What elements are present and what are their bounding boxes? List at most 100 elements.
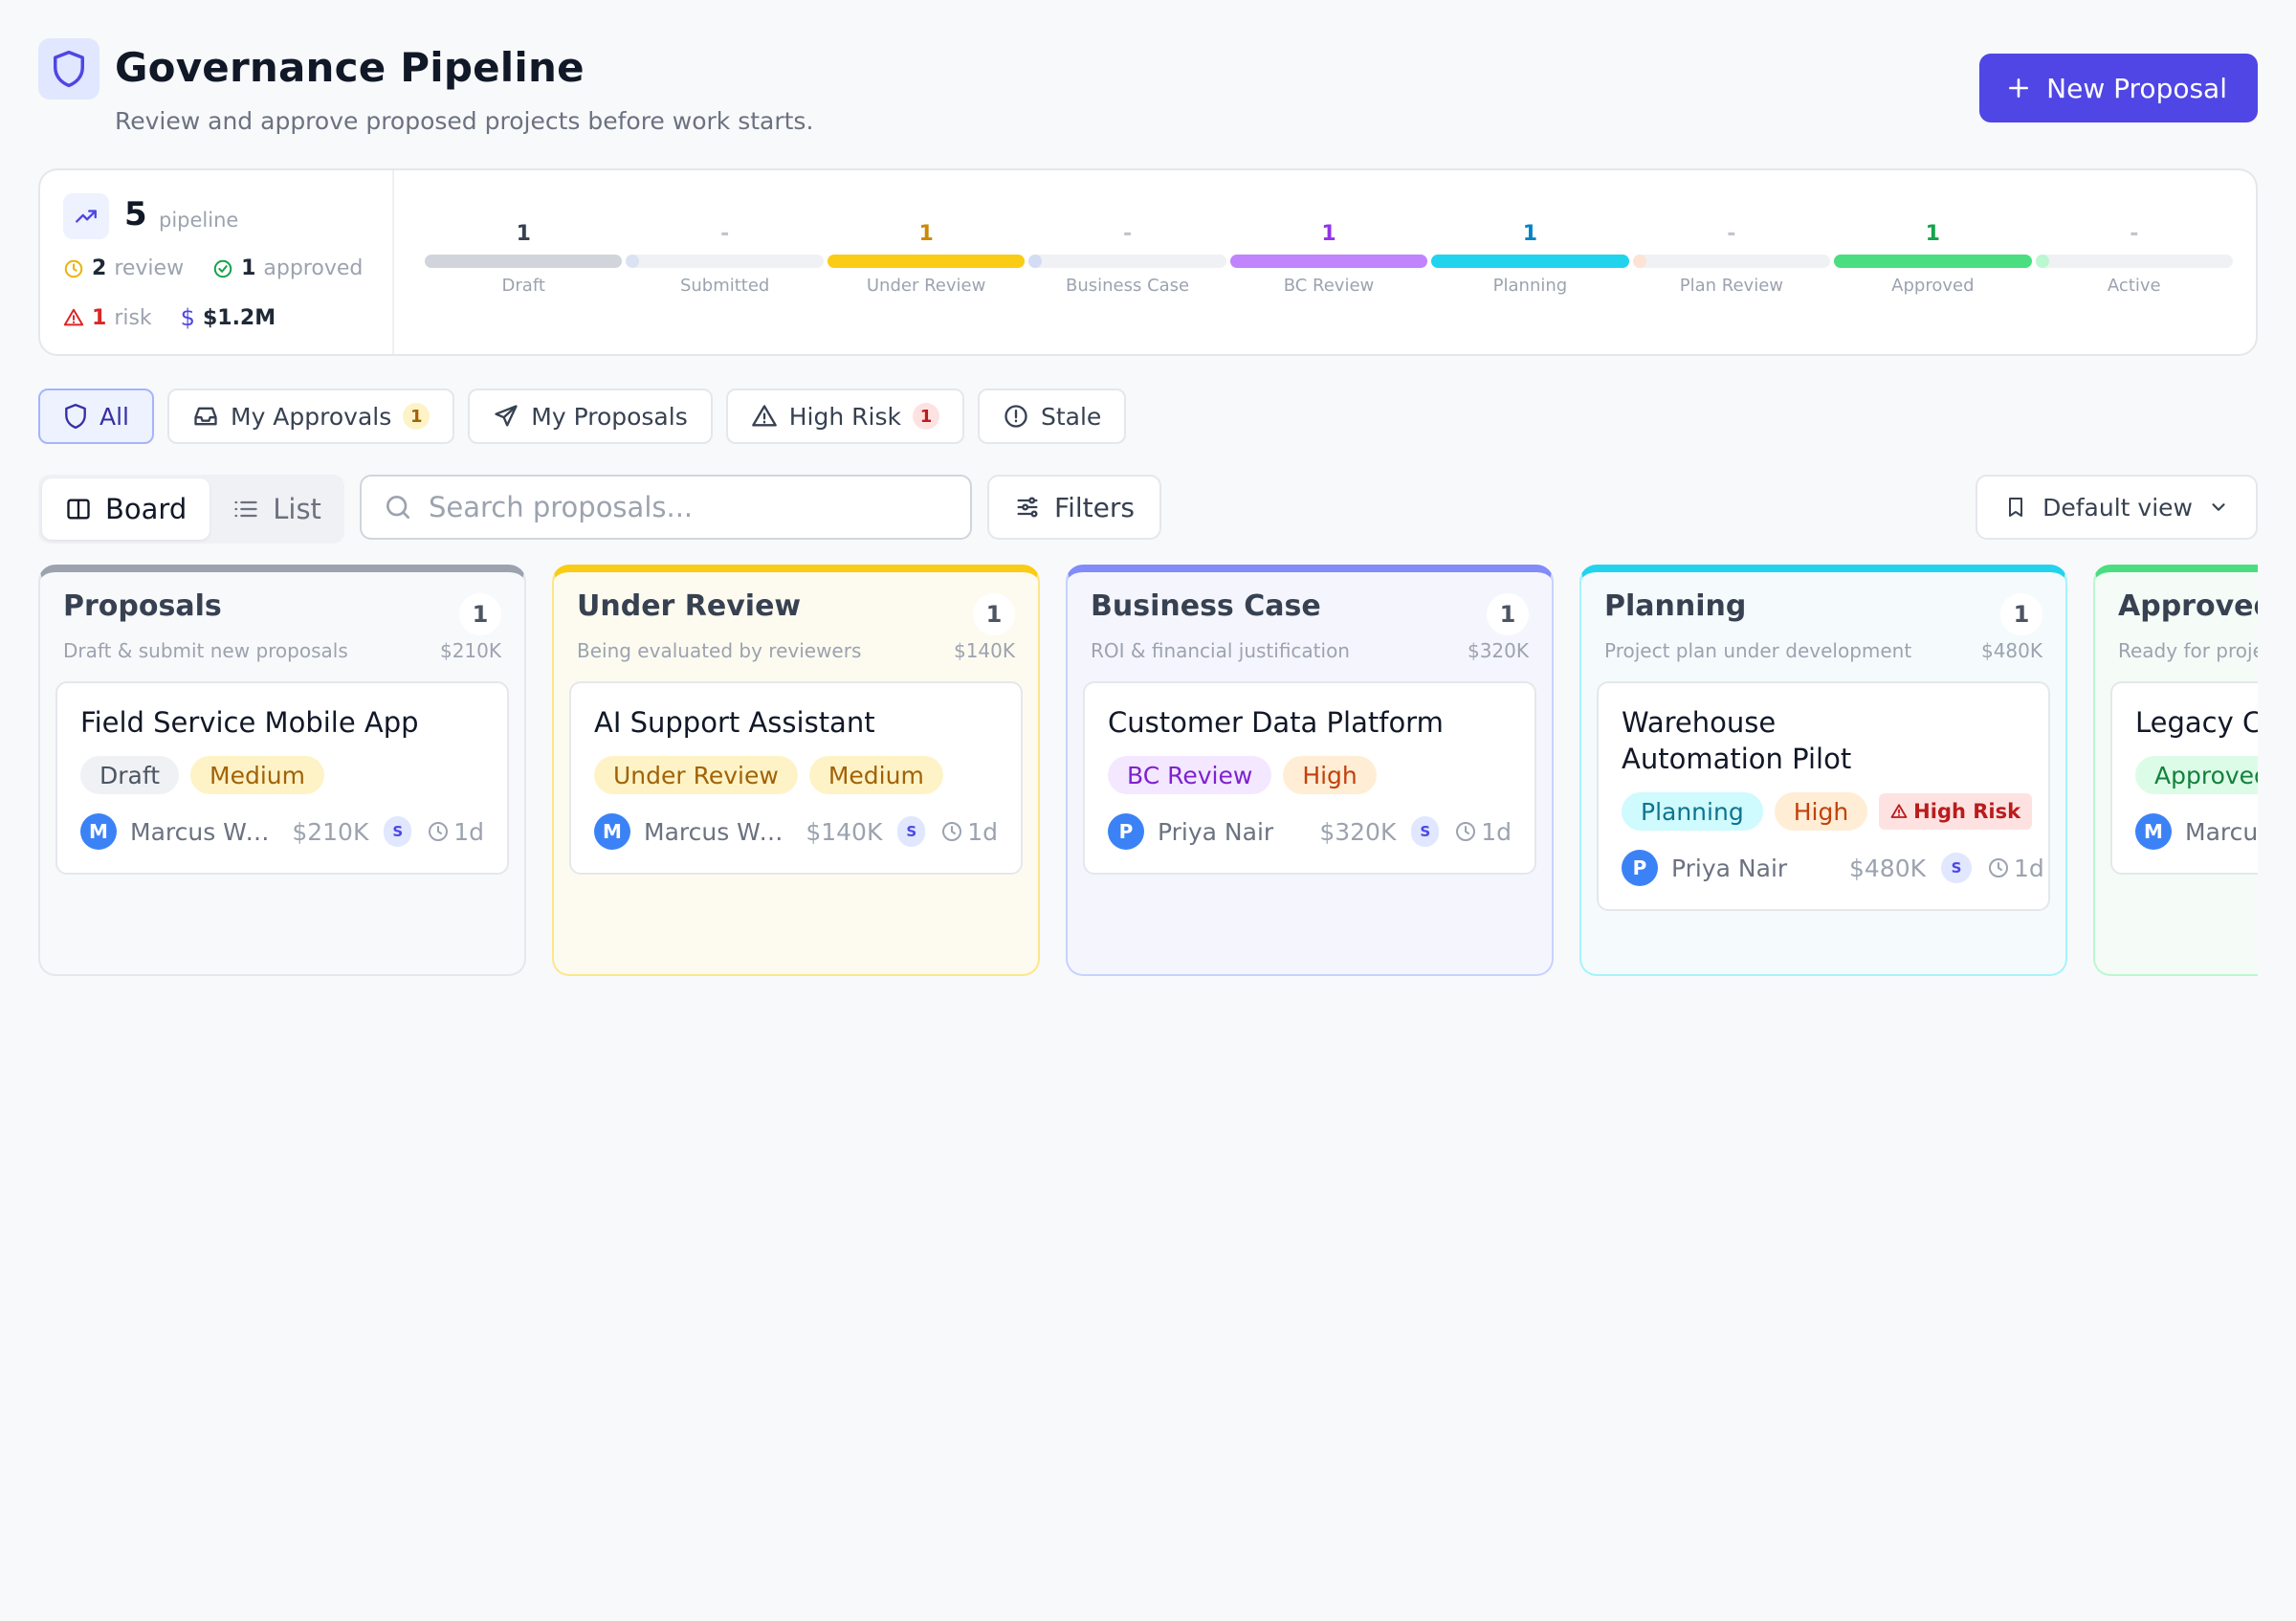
stage-count: 1 [1522,222,1538,246]
proposal-card[interactable]: Legacy CRM Migration Approved M Marcus We..… [2110,681,2258,875]
stage-name: Plan Review [1679,276,1783,296]
card-tags: Approved [2135,756,2258,794]
column-title: Business Case [1091,589,1321,623]
owner-avatar: M [2135,813,2172,850]
bookmark-icon [2009,498,2023,517]
tab-my-proposals[interactable]: My Proposals [468,389,713,444]
list-label: List [273,493,321,525]
governance-page: Governance Pipeline Review and approve p… [38,34,2258,976]
tab-label: My Approvals [231,402,392,431]
high-risk-tag: High Risk [1879,793,2033,830]
clock-icon [427,820,450,843]
clock-icon [940,820,963,843]
tab-my-approvals[interactable]: My Approvals 1 [167,389,455,444]
risk-label: risk [114,305,152,330]
tab-label: My Proposals [531,402,688,431]
shield-logo-icon [38,38,99,100]
column-amount: $320K [1467,639,1529,662]
proposal-card[interactable]: Field Service Mobile App Draft Medium M Marc… [55,681,509,875]
stage-active[interactable]: - Active [2035,220,2233,316]
column-count: 1 [973,593,1015,635]
priority-tag: High [1283,756,1377,794]
column-amount: $480K [1980,639,2042,662]
stage-name: Submitted [679,276,770,296]
owner-name: Priya Nair [1671,854,1788,882]
new-proposal-button[interactable]: New Proposal [1979,54,2258,122]
saved-view-label: Default view [2042,493,2193,522]
stage-count: - [720,222,730,246]
saved-view-select[interactable]: Default view [1976,475,2258,540]
stage-bar-dot [626,255,640,268]
filters-button[interactable]: Filters [987,475,1161,540]
check-circle-icon [213,259,232,278]
stage-bc-review[interactable]: 1 BC Review [1229,220,1428,316]
stage-bar [626,255,824,268]
pipeline-summary-card: 5 pipeline 2 review 1 approved 1 risk $ … [38,168,2258,356]
age-label: 1d [453,817,484,846]
stage-bar [827,255,1026,268]
card-meta: M Marcus We... [2135,813,2258,850]
stage-count: 1 [516,222,531,246]
stage-planning[interactable]: 1 Planning [1431,220,1629,316]
stage-count: - [2130,222,2139,246]
column-under-review: Under Review Being evaluated by reviewers… [552,565,1040,976]
proposal-card[interactable]: AI Support Assistant Under Review Medium M M… [569,681,1023,875]
priority-tag: Medium [808,756,943,794]
alert-circle-icon [1003,403,1029,430]
tab-label: High Risk [788,402,901,431]
owner-name: Marcus We... [130,817,277,846]
card-age: 1d [427,818,484,846]
card-amount: $320K [1319,817,1397,846]
card-amount: $210K [292,817,369,846]
stage-approved[interactable]: 1 Approved [1834,220,2032,316]
clock-icon [1987,856,2010,879]
card-meta: M Marcus We... $140K S 1d [594,813,998,850]
tab-stale[interactable]: Stale [977,389,1127,444]
view-toggle: Board List [38,475,344,544]
tab-high-risk[interactable]: High Risk 1 [725,389,964,444]
owner-avatar: M [80,813,117,850]
status-tag: Under Review [594,756,798,794]
chevron-down-icon [2212,503,2225,511]
filters-label: Filters [1054,491,1135,523]
list-view-button[interactable]: List [210,478,344,540]
owner-avatar: P [1622,850,1658,886]
inbox-icon [192,403,219,430]
proposal-card[interactable]: Warehouse Automation Pilot Planning High Hi… [1597,681,2050,911]
kanban-board: Proposals Draft & submit new proposals 1 $2… [38,565,2258,976]
card-tags: Planning High High Risk [1622,792,2048,831]
stage-name: Business Case [1065,276,1190,296]
owner-name: Marcus We... [644,817,791,846]
warning-icon [751,403,778,430]
column-title: Under Review [577,589,802,623]
search-input[interactable] [429,491,945,523]
age-label: 1d [2014,854,2044,882]
column-description: Being evaluated by reviewers [577,639,862,662]
search-box [360,475,972,540]
stage-under-review[interactable]: 1 Under Review [827,220,1026,316]
reviewer-avatar: S [1941,853,1973,883]
stage-draft[interactable]: 1 Draft [425,220,623,316]
board-view-button[interactable]: Board [42,478,210,540]
stage-count: 1 [1321,222,1336,246]
card-amount: $480K [1849,854,1927,882]
stage-plan-review[interactable]: - Plan Review [1632,220,1831,316]
age-label: 1d [967,817,998,846]
stage-name: Draft [501,276,545,296]
card-age: 1d [940,818,998,846]
proposal-card[interactable]: Customer Data Platform BC Review High P Priy… [1083,681,1536,875]
approved-count: 1 [241,256,256,280]
tab-all[interactable]: All [38,389,154,444]
approved-label: approved [263,256,364,280]
stage-count: - [1122,222,1133,246]
stage-business-case[interactable]: - Business Case [1028,220,1226,316]
age-label: 1d [1481,817,1512,846]
review-count: 2 [92,256,107,280]
review-approved-row: 2 review 1 approved [63,256,384,280]
stage-bar [1028,255,1226,268]
card-amount: $140K [806,817,883,846]
stage-bar [1431,255,1629,268]
stage-submitted[interactable]: - Submitted [626,220,824,316]
new-proposal-label: New Proposal [2046,72,2227,104]
stage-name: Active [2107,276,2161,296]
